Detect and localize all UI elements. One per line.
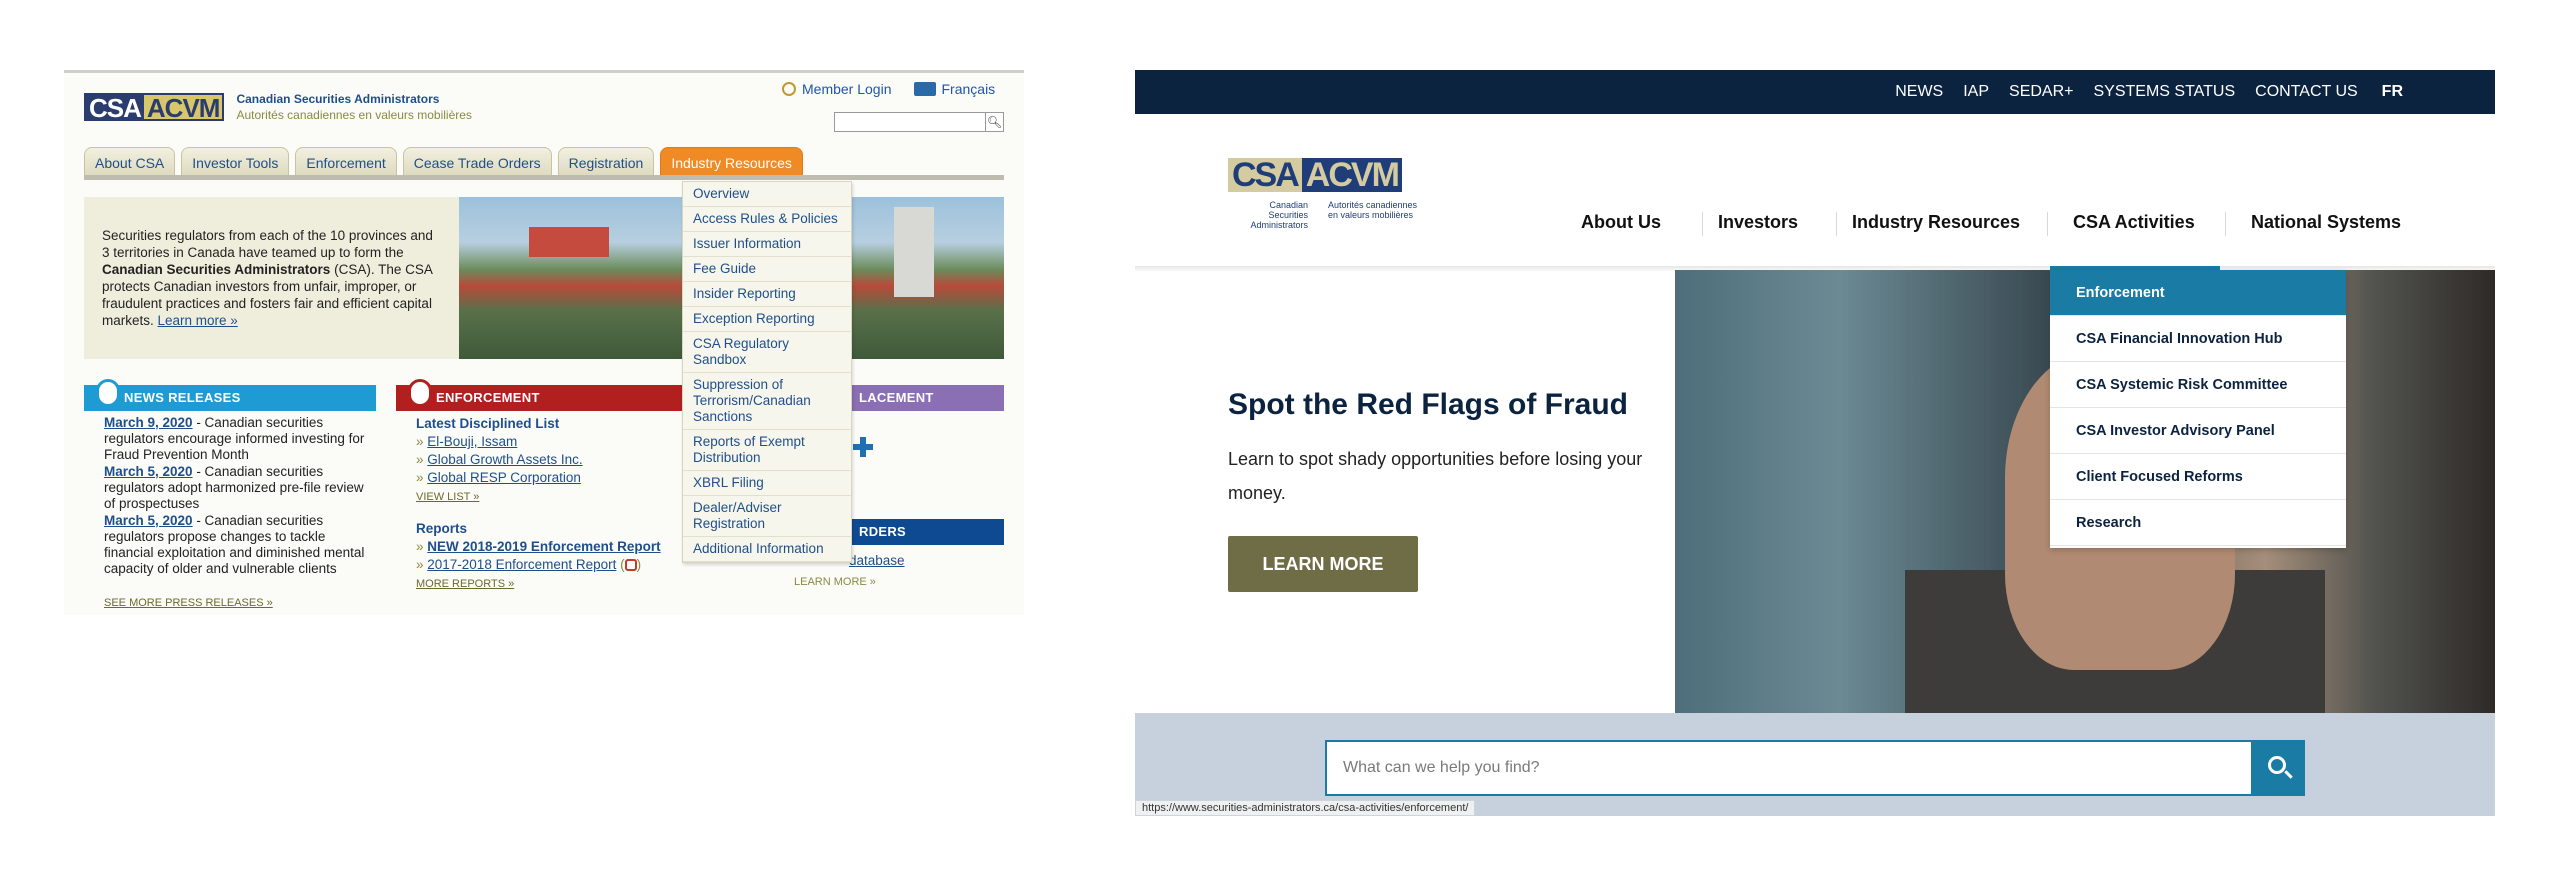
old-utility-links: Member Login Français	[782, 81, 995, 97]
old-org-name: Canadian Securities Administrators Autor…	[236, 92, 472, 122]
dropdown-item-fee-guide[interactable]: Fee Guide	[683, 257, 851, 282]
pdf-icon	[624, 559, 637, 572]
topbar-link-sedar[interactable]: SEDAR+	[2009, 83, 2073, 101]
see-more-press-releases-link[interactable]: SEE MORE PRESS RELEASES »	[104, 597, 273, 609]
status-bar-url: https://www.securities-administrators.ca…	[1135, 800, 1476, 816]
photo-ship	[529, 227, 609, 257]
submenu-investor-advisory-panel[interactable]: CSA Investor Advisory Panel	[2050, 408, 2346, 454]
language-toggle[interactable]: FR	[2382, 83, 2403, 101]
old-logo-mark: CSA ACVM	[84, 93, 225, 121]
search-icon	[2268, 756, 2286, 774]
info-icon	[96, 379, 120, 407]
list-item: March 9, 2020 - Canadian securities regu…	[104, 415, 365, 462]
main-nav: About Us Investors Industry Resources CS…	[1135, 212, 2495, 242]
submenu-enforcement[interactable]: Enforcement	[2050, 270, 2346, 316]
nav-separator	[1702, 212, 1703, 236]
reports-title: Reports	[416, 521, 468, 536]
dropdown-item-overview[interactable]: Overview	[683, 182, 851, 207]
submenu-financial-innovation-hub[interactable]: CSA Financial Innovation Hub	[2050, 316, 2346, 362]
enforcement-heading: ENFORCEMENT	[396, 379, 686, 411]
industry-resources-dropdown: Overview Access Rules & Policies Issuer …	[682, 181, 852, 563]
dropdown-item-exception-reporting[interactable]: Exception Reporting	[683, 307, 851, 332]
enforcement-report-link[interactable]: 2017-2018 Enforcement Report	[427, 557, 616, 572]
dropdown-item-insider-reporting[interactable]: Insider Reporting	[683, 282, 851, 307]
news-date-link[interactable]: March 9, 2020	[104, 415, 193, 430]
member-login-link[interactable]: Member Login	[782, 81, 892, 97]
search-icon[interactable]: 🔍︎	[985, 113, 1003, 131]
old-intro-panel: Securities regulators from each of the 1…	[84, 197, 459, 359]
hero-title: Spot the Red Flags of Fraud	[1228, 388, 1629, 421]
nav-separator	[1836, 212, 1837, 236]
disciplined-list-item[interactable]: El-Bouji, Issam	[427, 434, 517, 449]
nav-csa-activities[interactable]: CSA Activities	[2073, 212, 2195, 233]
utility-bar: NEWS IAP SEDAR+ SYSTEMS STATUS CONTACT U…	[1135, 70, 2495, 114]
dropdown-item-additional-information[interactable]: Additional Information	[683, 537, 851, 562]
site-search-input[interactable]: What can we help you find?	[1325, 740, 2253, 796]
list-item: March 5, 2020 - Canadian securities regu…	[104, 513, 365, 576]
nav-about-us[interactable]: About Us	[1581, 212, 1661, 233]
enforcement-panel: Latest Disciplined List » El-Bouji, Issa…	[416, 415, 686, 593]
photo-building	[894, 207, 934, 297]
news-releases-heading: NEWS RELEASES	[84, 379, 376, 411]
search-button[interactable]	[2253, 740, 2305, 796]
more-reports-link[interactable]: MORE REPORTS »	[416, 578, 514, 590]
dropdown-item-xbrl-filing[interactable]: XBRL Filing	[683, 471, 851, 496]
key-icon	[782, 82, 796, 96]
tab-bar-divider	[84, 175, 1004, 180]
cross-icon	[853, 437, 873, 457]
list-item: March 5, 2020 - Canadian securities regu…	[104, 464, 364, 511]
learn-more-clipped-link[interactable]: LEARN MORE »	[794, 576, 876, 588]
dropdown-item-sanctions[interactable]: Suppression of Terrorism/Canadian Sancti…	[683, 373, 851, 430]
old-search-input[interactable]: 🔍︎	[834, 112, 1004, 132]
new-csa-website: NEWS IAP SEDAR+ SYSTEMS STATUS CONTACT U…	[1135, 70, 2495, 816]
learn-more-link[interactable]: Learn more »	[158, 313, 238, 328]
topbar-link-iap[interactable]: IAP	[1963, 83, 1989, 101]
topbar-link-systems-status[interactable]: SYSTEMS STATUS	[2093, 83, 2235, 101]
nav-national-systems[interactable]: National Systems	[2251, 212, 2401, 233]
nav-industry-resources[interactable]: Industry Resources	[1852, 212, 2020, 233]
french-language-link[interactable]: Français	[913, 81, 995, 97]
submenu-research[interactable]: Research	[2050, 500, 2346, 546]
csa-activities-submenu: Enforcement CSA Financial Innovation Hub…	[2050, 270, 2346, 548]
topbar-link-news[interactable]: NEWS	[1895, 83, 1943, 101]
tab-cease-trade-orders[interactable]: Cease Trade Orders	[402, 147, 552, 175]
tab-enforcement[interactable]: Enforcement	[295, 147, 397, 175]
submenu-systemic-risk-committee[interactable]: CSA Systemic Risk Committee	[2050, 362, 2346, 408]
tab-investor-tools[interactable]: Investor Tools	[181, 147, 290, 175]
learn-more-button[interactable]: LEARN MORE	[1228, 536, 1418, 592]
shield-icon	[408, 379, 432, 407]
hero-subtitle: Learn to spot shady opportunities before…	[1228, 449, 1643, 503]
dropdown-item-issuer-information[interactable]: Issuer Information	[683, 232, 851, 257]
tab-industry-resources[interactable]: Industry Resources	[660, 147, 803, 175]
nav-investors[interactable]: Investors	[1718, 212, 1798, 233]
old-csa-logo[interactable]: CSA ACVM Canadian Securities Administrat…	[84, 91, 472, 123]
disciplined-list-item[interactable]: Global RESP Corporation	[427, 470, 581, 485]
news-date-link[interactable]: March 5, 2020	[104, 464, 193, 479]
language-flag-icon	[913, 82, 936, 96]
disciplined-list-title: Latest Disciplined List	[416, 416, 560, 431]
enforcement-report-link[interactable]: NEW 2018-2019 Enforcement Report	[427, 539, 660, 554]
dropdown-item-dealer-registration[interactable]: Dealer/Adviser Registration	[683, 496, 851, 537]
dropdown-item-exempt-distribution[interactable]: Reports of Exempt Distribution	[683, 430, 851, 471]
topbar-link-contact-us[interactable]: CONTACT US	[2255, 83, 2358, 101]
tab-about-csa[interactable]: About CSA	[84, 147, 176, 175]
nav-separator	[2047, 212, 2048, 236]
dropdown-item-access-rules[interactable]: Access Rules & Policies	[683, 207, 851, 232]
old-main-tabs: About CSA Investor Tools Enforcement Cea…	[84, 147, 803, 175]
disciplined-list-item[interactable]: Global Growth Assets Inc.	[427, 452, 582, 467]
news-date-link[interactable]: March 5, 2020	[104, 513, 193, 528]
database-link[interactable]: database	[849, 553, 905, 568]
old-csa-website: CSA ACVM Canadian Securities Administrat…	[64, 70, 1024, 615]
submenu-client-focused-reforms[interactable]: Client Focused Reforms	[2050, 454, 2346, 500]
view-list-link[interactable]: VIEW LIST »	[416, 491, 479, 503]
new-logo-mark: CSA ACVM	[1228, 158, 1428, 192]
dropdown-item-regulatory-sandbox[interactable]: CSA Regulatory Sandbox	[683, 332, 851, 373]
search-icon-handle	[2284, 770, 2293, 779]
tab-registration[interactable]: Registration	[557, 147, 655, 175]
nav-separator	[2225, 212, 2226, 236]
news-releases-list: March 9, 2020 - Canadian securities regu…	[104, 415, 374, 578]
